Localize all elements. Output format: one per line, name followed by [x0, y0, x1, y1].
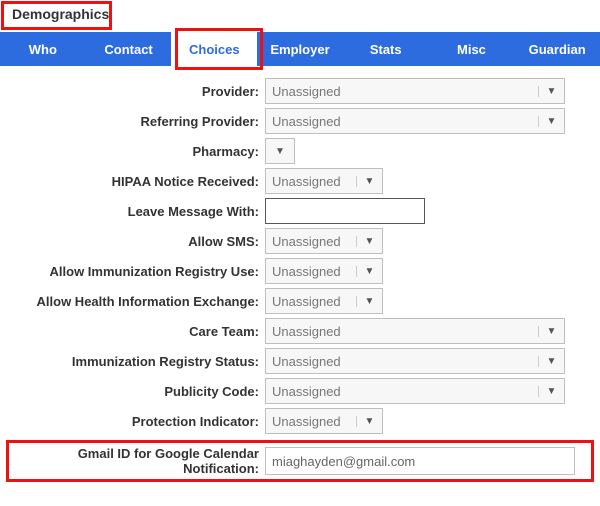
panel-title: Demographics: [0, 0, 121, 28]
label-protection-indicator: Protection Indicator:: [0, 414, 265, 429]
label-allow-imm-reg: Allow Immunization Registry Use:: [0, 264, 265, 279]
select-value: Unassigned: [272, 234, 350, 249]
chevron-down-icon: ▼: [356, 176, 376, 187]
label-allow-hie: Allow Health Information Exchange:: [0, 294, 265, 309]
label-referring-provider: Referring Provider:: [0, 114, 265, 129]
label-publicity-code: Publicity Code:: [0, 384, 265, 399]
chevron-down-icon: ▼: [272, 146, 288, 157]
tab-choices[interactable]: Choices: [171, 32, 257, 66]
chevron-down-icon: ▼: [356, 266, 376, 277]
select-provider[interactable]: Unassigned ▼: [265, 78, 565, 104]
select-allow-imm-reg[interactable]: Unassigned ▼: [265, 258, 383, 284]
chevron-down-icon: ▼: [356, 236, 376, 247]
select-value: Unassigned: [272, 84, 532, 99]
select-care-team[interactable]: Unassigned ▼: [265, 318, 565, 344]
chevron-down-icon: ▼: [356, 296, 376, 307]
tab-stats[interactable]: Stats: [343, 32, 429, 66]
select-publicity-code[interactable]: Unassigned ▼: [265, 378, 565, 404]
select-hipaa[interactable]: Unassigned ▼: [265, 168, 383, 194]
select-value: Unassigned: [272, 294, 350, 309]
chevron-down-icon: ▼: [538, 356, 558, 367]
select-allow-sms[interactable]: Unassigned ▼: [265, 228, 383, 254]
select-value: Unassigned: [272, 354, 532, 369]
select-value: Unassigned: [272, 324, 532, 339]
tab-contact[interactable]: Contact: [86, 32, 172, 66]
select-pharmacy[interactable]: ▼: [265, 138, 295, 164]
tab-who[interactable]: Who: [0, 32, 86, 66]
chevron-down-icon: ▼: [538, 386, 558, 397]
input-leave-message[interactable]: [265, 198, 425, 224]
select-allow-hie[interactable]: Unassigned ▼: [265, 288, 383, 314]
tab-bar: Who Contact Choices Employer Stats Misc …: [0, 32, 600, 66]
chevron-down-icon: ▼: [538, 326, 558, 337]
select-value: Unassigned: [272, 264, 350, 279]
label-gmail-id: Gmail ID for Google Calendar Notificatio…: [0, 446, 265, 476]
tab-guardian[interactable]: Guardian: [514, 32, 600, 66]
chevron-down-icon: ▼: [356, 416, 376, 427]
tab-employer[interactable]: Employer: [257, 32, 343, 66]
select-value: Unassigned: [272, 384, 532, 399]
select-protection-indicator[interactable]: Unassigned ▼: [265, 408, 383, 434]
label-hipaa: HIPAA Notice Received:: [0, 174, 265, 189]
select-referring-provider[interactable]: Unassigned ▼: [265, 108, 565, 134]
chevron-down-icon: ▼: [538, 116, 558, 127]
chevron-down-icon: ▼: [538, 86, 558, 97]
label-leave-message: Leave Message With:: [0, 204, 265, 219]
label-allow-sms: Allow SMS:: [0, 234, 265, 249]
label-imm-reg-status: Immunization Registry Status:: [0, 354, 265, 369]
label-care-team: Care Team:: [0, 324, 265, 339]
input-gmail-id[interactable]: [265, 447, 575, 475]
label-pharmacy: Pharmacy:: [0, 144, 265, 159]
tab-misc[interactable]: Misc: [429, 32, 515, 66]
choices-form: Provider: Unassigned ▼ Referring Provide…: [0, 78, 600, 480]
select-value: Unassigned: [272, 114, 532, 129]
label-provider: Provider:: [0, 84, 265, 99]
select-value: Unassigned: [272, 174, 350, 189]
select-value: Unassigned: [272, 414, 350, 429]
select-imm-reg-status[interactable]: Unassigned ▼: [265, 348, 565, 374]
